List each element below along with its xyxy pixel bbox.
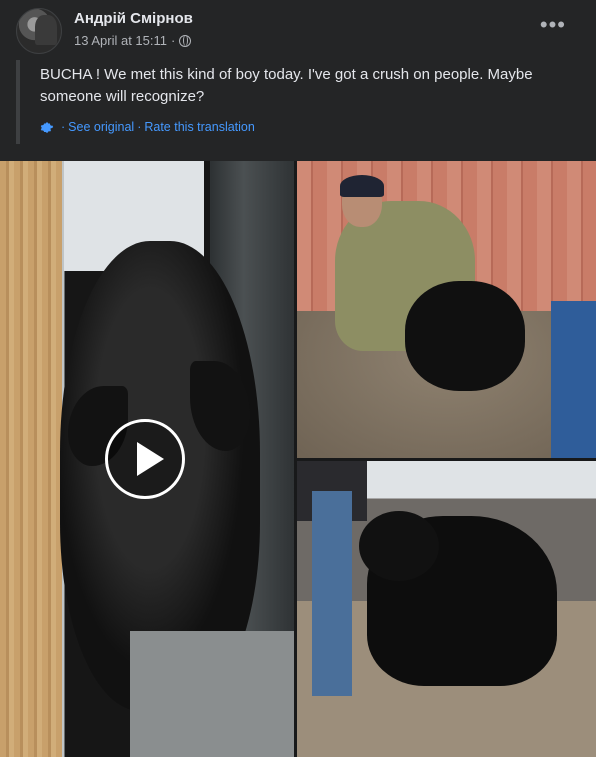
post-text: BUCHA ! We met this kind of boy today. I…: [40, 66, 533, 105]
black-dog-head: [359, 511, 439, 581]
person-jeans: [312, 491, 352, 696]
translation-dot: ·: [61, 120, 66, 134]
author-avatar[interactable]: [16, 8, 62, 54]
globe-icon[interactable]: [179, 34, 192, 47]
concrete-base: [130, 631, 294, 757]
black-dog: [405, 281, 525, 391]
translation-dot-2: ·: [137, 120, 142, 134]
soldier-cap: [340, 175, 384, 197]
post-text-block: BUCHA ! We met this kind of boy today. I…: [16, 60, 580, 144]
gear-icon: [40, 122, 54, 133]
person-legs: [551, 301, 596, 458]
author-name[interactable]: Андрій Смірнов: [74, 10, 193, 27]
more-options-icon[interactable]: •••: [540, 14, 566, 36]
rate-translation-link[interactable]: Rate this translation: [144, 120, 254, 134]
play-icon[interactable]: [105, 419, 185, 499]
video-thumbnail[interactable]: [0, 161, 294, 757]
photo-dog-standing[interactable]: [297, 461, 596, 757]
post-meta: 13 April at 15:11 ·: [74, 33, 192, 48]
post-timestamp[interactable]: 13 April at 15:11: [74, 33, 167, 48]
photo-soldier-with-dog[interactable]: [297, 161, 596, 458]
translation-bar: · See original · Rate this translation: [40, 120, 255, 134]
see-original-link[interactable]: See original: [68, 120, 134, 134]
media-grid: [0, 161, 596, 757]
post-header: Андрій Смірнов 13 April at 15:11 · •••: [16, 6, 580, 54]
meta-separator: ·: [171, 33, 176, 48]
facebook-post: Андрій Смірнов 13 April at 15:11 · ••• B…: [0, 0, 596, 757]
fence-board: [0, 161, 62, 757]
